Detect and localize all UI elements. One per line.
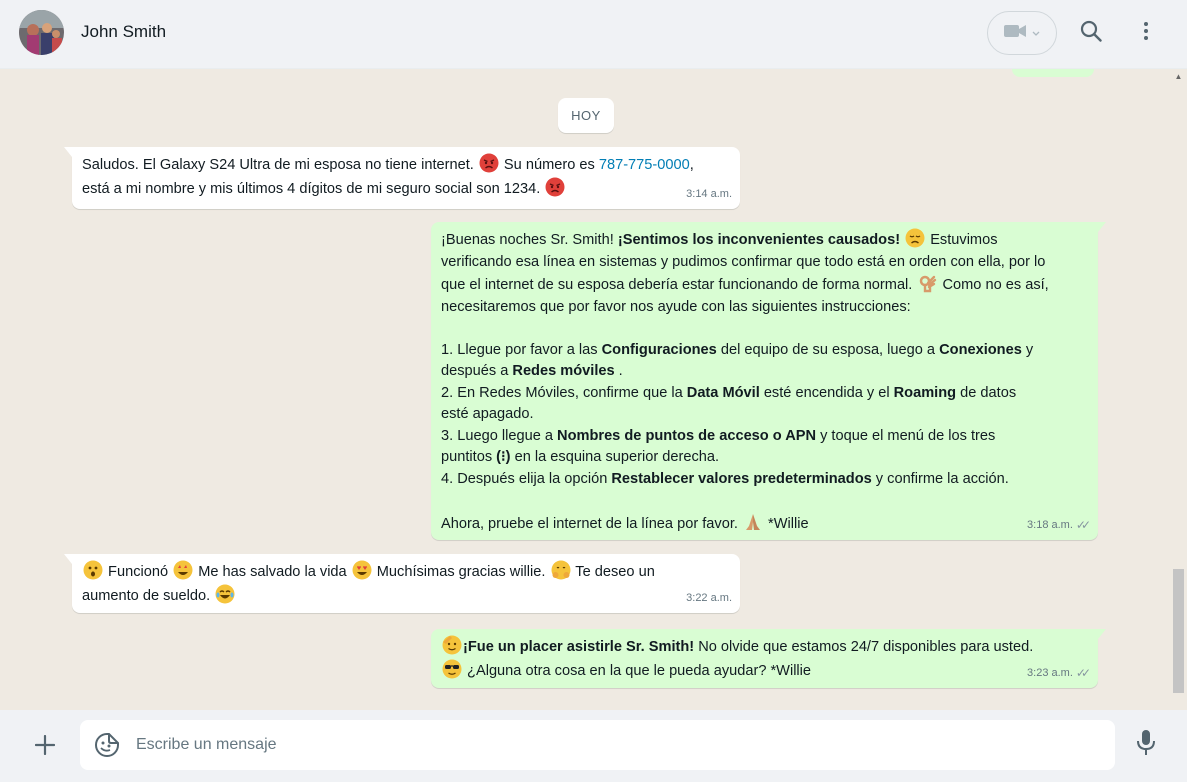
message-text-bold: Data Móvil xyxy=(686,384,760,401)
message-time: 3:22 a.m. xyxy=(686,591,732,604)
message-text-segment: está a mi nombre y mis últimos 4 dígitos… xyxy=(82,180,545,197)
angry-face-icon xyxy=(479,153,499,173)
ok-hand-icon xyxy=(920,275,937,293)
message-text-bold: Roaming xyxy=(893,384,957,401)
message-text-segment: y confirme la acción. xyxy=(871,470,1009,487)
message-text-segment: Me has salvado la vida xyxy=(194,564,351,580)
message-input-container xyxy=(80,720,1115,770)
microphone-icon xyxy=(1136,729,1156,762)
tears-of-joy-face-icon xyxy=(215,584,235,603)
menu-button[interactable] xyxy=(1131,18,1161,48)
chat-header: John Smith xyxy=(0,0,1187,69)
message-text-segment: después a xyxy=(441,363,513,379)
message-text-bold: ¡Fue un placer asistirle Sr. Smith! xyxy=(463,639,695,655)
message-bubble-outgoing[interactable]: ¡Buenas noches Sr. Smith! ¡Sentimos los … xyxy=(431,222,1106,540)
message-text-segment: y xyxy=(1021,341,1034,358)
message-bubble-incoming[interactable]: Funcionó Me has salvado la vida Muchísim… xyxy=(64,554,740,613)
message-text-segment: esté apagado. xyxy=(441,406,534,422)
message-meta: 3:18 a.m. ✓✓ xyxy=(1027,515,1091,537)
kebab-menu-icon xyxy=(1143,21,1149,46)
chevron-down-icon xyxy=(1032,24,1040,42)
message-text-segment: Estuvimos xyxy=(926,232,998,248)
plus-icon xyxy=(34,734,56,760)
message-text-segment: necesitaremos que por favor nos ayude co… xyxy=(441,298,911,315)
contact-name[interactable]: John Smith xyxy=(81,22,166,42)
message-text-segment: en la esquina superior derecha. xyxy=(510,449,720,465)
video-camera-icon xyxy=(1004,23,1026,44)
message-text-bold: Nombres de puntos de acceso o APN xyxy=(557,427,817,444)
scrollbar[interactable]: ▲ xyxy=(1173,69,1187,710)
message-text-segment: Saludos. El Galaxy S24 Ultra de mi espos… xyxy=(82,157,478,173)
message-text-segment: 1. Llegue por favor a las xyxy=(441,341,602,358)
message-text: Funcionó Me has salvado la vida Muchísim… xyxy=(82,560,730,607)
message-text-segment: ¿Alguna otra cosa en la que le pueda ayu… xyxy=(463,662,812,679)
message-text-bold: Restablecer valores predeterminados xyxy=(611,470,872,487)
message-time: 3:23 a.m. xyxy=(1027,666,1073,679)
message-text-segment: Funcionó xyxy=(104,564,173,580)
message-time: 3:18 a.m. xyxy=(1027,518,1073,531)
scrollbar-thumb[interactable] xyxy=(1173,569,1184,693)
attach-button[interactable] xyxy=(30,732,60,762)
date-separator: HOY xyxy=(558,98,614,133)
message-input[interactable] xyxy=(136,720,1096,770)
message-text-segment: esté encendida y el xyxy=(759,384,894,401)
message-time: 3:14 a.m. xyxy=(686,187,732,200)
video-call-button[interactable] xyxy=(987,11,1057,55)
message-text: ¡Fue un placer asistirle Sr. Smith! No o… xyxy=(441,635,1088,682)
message-text-segment: Ahora, pruebe el internet de la línea po… xyxy=(441,515,742,532)
message-bubble-incoming[interactable]: Saludos. El Galaxy S24 Ultra de mi espos… xyxy=(64,147,740,209)
message-text-bold: Conexiones xyxy=(939,341,1022,358)
message-text-segment: ¡Buenas noches Sr. Smith! xyxy=(441,232,618,248)
disappointed-face-icon xyxy=(905,228,925,248)
message-meta: 3:22 a.m. xyxy=(686,588,732,610)
message-text-segment: Como no es así, xyxy=(938,277,1049,293)
message-text-segment: 2. En Redes Móviles, confirme que la xyxy=(441,384,687,401)
avatar[interactable] xyxy=(19,10,64,55)
message-text-segment: y toque el menú de los tres xyxy=(816,427,996,444)
message-text-segment: . xyxy=(614,363,623,379)
sunglasses-face-icon xyxy=(442,659,462,678)
chat-area[interactable]: ▲ HOY Saludos. El Galaxy S24 Ultra de mi… xyxy=(0,69,1187,710)
saluting-face-icon xyxy=(442,635,462,655)
message-text: ¡Buenas noches Sr. Smith! ¡Sentimos los … xyxy=(441,228,1088,535)
heart-eyes-face-icon xyxy=(352,560,372,580)
message-text-segment: verificando esa línea en sistemas y pudi… xyxy=(441,253,1046,270)
search-icon xyxy=(1080,20,1102,47)
message-text-segment: de datos xyxy=(956,384,1017,401)
message-text-segment: , xyxy=(689,157,694,173)
message-text-bold: Configuraciones xyxy=(601,341,717,358)
scroll-up-icon[interactable]: ▲ xyxy=(1173,72,1184,82)
message-text-bold: ¡Sentimos los inconvenientes causados! xyxy=(617,232,901,248)
angry-face-icon xyxy=(545,177,565,196)
message-text-segment: No olvide que estamos 24/7 disponibles p… xyxy=(694,639,1034,655)
star-struck-face-icon xyxy=(173,560,193,580)
hugging-face-icon xyxy=(551,560,571,580)
message-text: Saludos. El Galaxy S24 Ultra de mi espos… xyxy=(82,153,730,200)
message-meta: 3:14 a.m. xyxy=(686,184,732,206)
message-text-segment: aumento de sueldo. xyxy=(82,587,215,604)
phone-number-link[interactable]: 787-775-0000 xyxy=(599,157,690,173)
message-bubble-outgoing[interactable]: ¡Fue un placer asistirle Sr. Smith! No o… xyxy=(431,629,1106,688)
voice-message-button[interactable] xyxy=(1133,729,1159,762)
message-text-segment: Muchísimas gracias willie. xyxy=(372,564,550,580)
message-text-segment: 4. Después elija la opción xyxy=(441,470,612,487)
astonished-face-icon xyxy=(83,560,103,580)
folded-hands-icon xyxy=(746,513,760,530)
double-check-icon: ✓✓ xyxy=(1075,665,1091,680)
double-check-icon: ✓✓ xyxy=(1075,517,1091,532)
message-text-bold: (⁝) xyxy=(496,449,511,465)
message-text-segment: del equipo de su esposa, luego a xyxy=(716,341,940,358)
search-button[interactable] xyxy=(1076,18,1106,48)
previous-message-bubble xyxy=(1012,69,1094,77)
message-text-segment: puntitos xyxy=(441,449,497,465)
composer-bar xyxy=(0,710,1187,782)
message-text-segment: 3. Luego llegue a xyxy=(441,427,558,444)
message-text-segment: *Willie xyxy=(764,515,809,532)
message-text-segment: Te deseo un xyxy=(571,564,655,580)
message-meta: 3:23 a.m. ✓✓ xyxy=(1027,663,1091,685)
message-text-segment: que el internet de su esposa debería est… xyxy=(441,277,917,293)
sticker-icon[interactable] xyxy=(94,732,120,758)
message-text-bold: Redes móviles xyxy=(512,363,615,379)
message-text-segment: Su número es xyxy=(499,157,599,173)
